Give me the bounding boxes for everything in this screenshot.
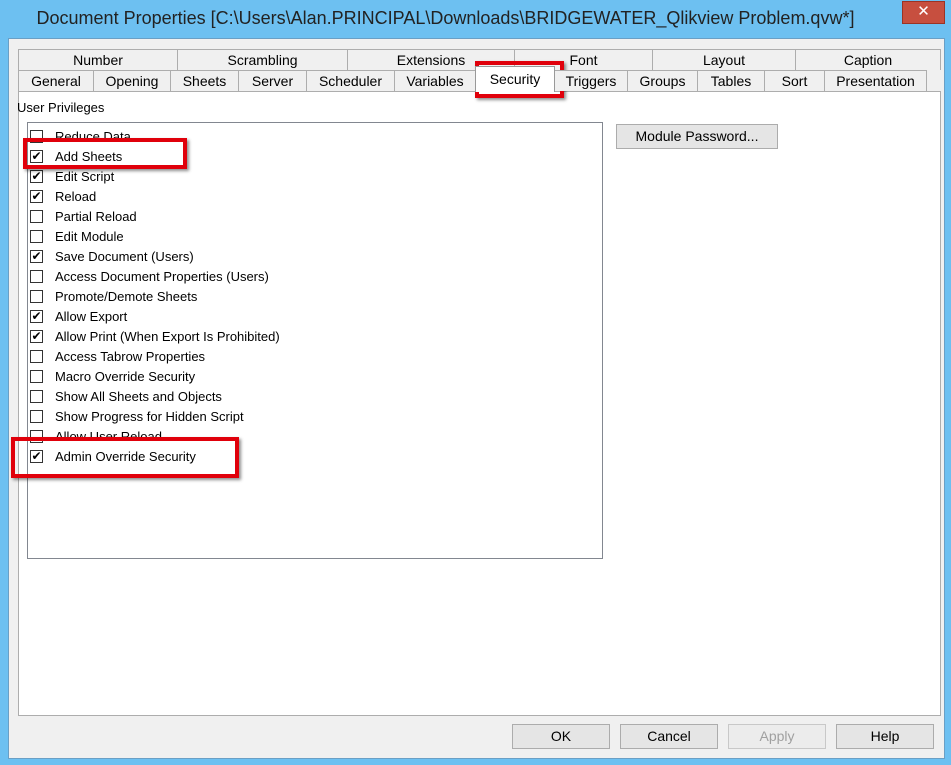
privilege-label: Access Document Properties (Users) [55, 268, 269, 284]
privilege-label: Reload [55, 188, 97, 204]
close-icon: ✕ [917, 3, 930, 20]
help-button[interactable]: Help [836, 724, 934, 749]
tab-sort[interactable]: Sort [764, 70, 825, 91]
privilege-checkbox[interactable] [30, 349, 43, 363]
privilege-checkbox[interactable] [30, 269, 43, 283]
privilege-label: Edit Module [55, 228, 124, 244]
privilege-item[interactable]: Allow User Reload [30, 426, 162, 446]
tab-general[interactable]: General [18, 70, 94, 91]
tab-security[interactable]: Security [475, 66, 555, 92]
privilege-checkbox[interactable]: ✔ [30, 249, 43, 263]
privilege-item[interactable]: Reduce Data [30, 126, 131, 146]
document-properties-window: Document Properties [C:\Users\Alan.PRINC… [0, 0, 951, 765]
privilege-label: Allow User Reload [55, 428, 162, 444]
privilege-checkbox[interactable] [30, 209, 43, 223]
privilege-label: Promote/Demote Sheets [55, 288, 198, 304]
privilege-item[interactable]: ✔ Add Sheets [30, 146, 122, 166]
privilege-checkbox[interactable]: ✔ [30, 189, 43, 203]
privilege-item[interactable]: Access Document Properties (Users) [30, 266, 269, 286]
privilege-checkbox[interactable]: ✔ [30, 149, 43, 163]
privilege-label: Save Document (Users) [55, 248, 194, 264]
privilege-item[interactable]: ✔ Edit Script [30, 166, 114, 186]
privilege-item[interactable]: ✔ Reload [30, 186, 96, 206]
privilege-label: Partial Reload [55, 208, 137, 224]
privilege-item[interactable]: ✔ Save Document (Users) [30, 246, 194, 266]
privilege-item[interactable]: Macro Override Security [30, 366, 195, 386]
tab-scrambling[interactable]: Scrambling [177, 49, 348, 70]
apply-button[interactable]: Apply [728, 724, 826, 749]
privilege-checkbox[interactable]: ✔ [30, 449, 43, 463]
privilege-checkbox[interactable] [30, 369, 43, 383]
close-button[interactable]: ✕ [902, 1, 945, 24]
privilege-label: Macro Override Security [55, 368, 196, 384]
privilege-checkbox[interactable] [30, 429, 43, 443]
privilege-label: Access Tabrow Properties [55, 348, 206, 364]
tab-triggers[interactable]: Triggers [554, 70, 628, 91]
privilege-checkbox[interactable] [30, 229, 43, 243]
privilege-label: Add Sheets [55, 148, 123, 164]
tab-sheets[interactable]: Sheets [170, 70, 239, 91]
privilege-item[interactable]: Partial Reload [30, 206, 137, 226]
user-privileges-label: User Privileges [17, 100, 105, 115]
privilege-checkbox[interactable]: ✔ [30, 329, 43, 343]
privilege-item[interactable]: Edit Module [30, 226, 124, 246]
tab-caption[interactable]: Caption [795, 49, 941, 70]
tab-scheduler[interactable]: Scheduler [306, 70, 395, 91]
module-password-button[interactable]: Module Password... [616, 124, 778, 149]
tab-row-2: General Opening Sheets Server Scheduler … [18, 66, 927, 92]
window-title: Document Properties [C:\Users\Alan.PRINC… [36, 8, 855, 28]
privilege-checkbox[interactable]: ✔ [30, 169, 43, 183]
privilege-checkbox[interactable] [30, 409, 43, 423]
tab-opening[interactable]: Opening [93, 70, 171, 91]
privilege-item[interactable]: Promote/Demote Sheets [30, 286, 197, 306]
privilege-item[interactable]: Access Tabrow Properties [30, 346, 205, 366]
privilege-item[interactable]: ✔ Admin Override Security [30, 446, 196, 466]
privilege-item[interactable]: Show Progress for Hidden Script [30, 406, 244, 426]
user-privileges-list[interactable]: Reduce Data ✔ Add Sheets ✔ Edit Script ✔ Reloa… [27, 122, 603, 559]
privilege-item[interactable]: ✔ Allow Print (When Export Is Prohibited) [30, 326, 280, 346]
tab-groups[interactable]: Groups [627, 70, 698, 91]
privilege-checkbox[interactable]: ✔ [30, 309, 43, 323]
privilege-checkbox[interactable] [30, 129, 43, 143]
privilege-label: Allow Print (When Export Is Prohibited) [55, 328, 280, 344]
cancel-button[interactable]: Cancel [620, 724, 718, 749]
privilege-item[interactable]: Show All Sheets and Objects [30, 386, 222, 406]
privilege-item[interactable]: ✔ Allow Export [30, 306, 127, 326]
tab-server[interactable]: Server [238, 70, 307, 91]
tab-layout[interactable]: Layout [652, 49, 796, 70]
privilege-checkbox[interactable] [30, 389, 43, 403]
privilege-checkbox[interactable] [30, 289, 43, 303]
tab-variables[interactable]: Variables [394, 70, 476, 91]
tab-tables[interactable]: Tables [697, 70, 765, 91]
privilege-label: Reduce Data [55, 128, 131, 144]
privilege-label: Edit Script [55, 168, 115, 184]
tab-presentation[interactable]: Presentation [824, 70, 927, 91]
privilege-label: Show All Sheets and Objects [55, 388, 222, 404]
ok-button[interactable]: OK [512, 724, 610, 749]
privilege-label: Show Progress for Hidden Script [55, 408, 244, 424]
privilege-label: Allow Export [55, 308, 128, 324]
tab-number[interactable]: Number [18, 49, 178, 70]
title-bar[interactable]: Document Properties [C:\Users\Alan.PRINC… [0, 0, 951, 38]
privilege-label: Admin Override Security [55, 448, 196, 464]
